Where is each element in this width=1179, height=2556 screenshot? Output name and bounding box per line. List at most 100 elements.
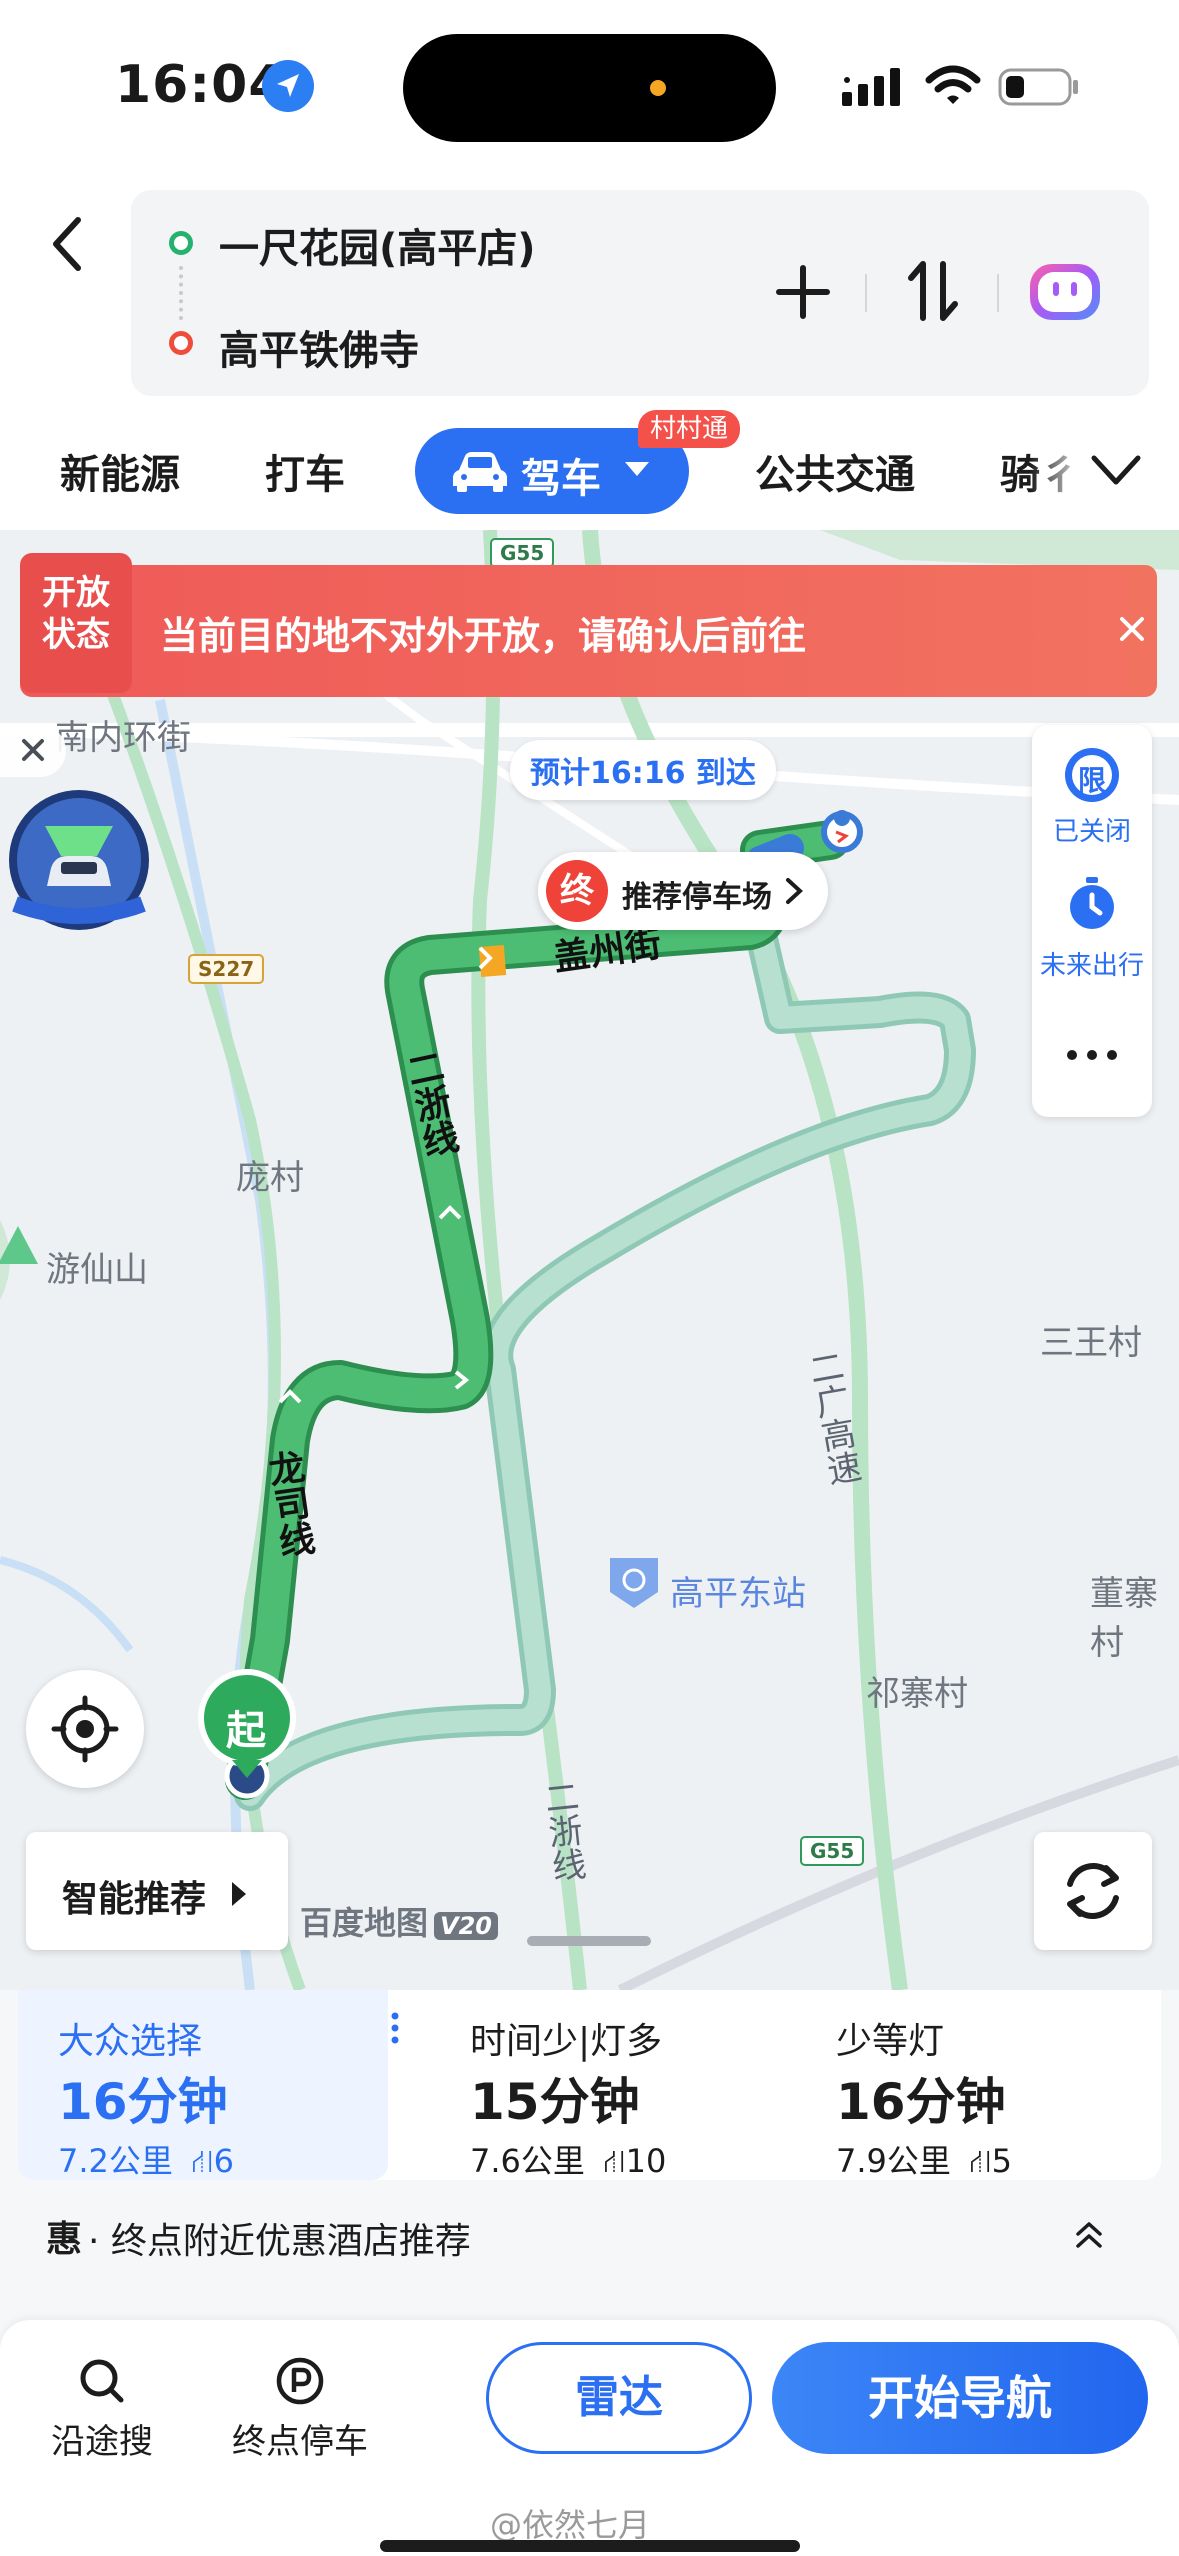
route-sheet: 大众选择 16分钟 7.2公里 ⛙6 时间少|灯多 15分钟 7.6公里 ⛙10… — [0, 1990, 1179, 2556]
travel-mode-tabs: 新能源 打车 驾车 村村通 公共交通 骑彳 — [0, 410, 1179, 530]
start-navigation-button[interactable]: 开始导航 — [772, 2342, 1148, 2454]
smart-recommend-label: 智能推荐 — [62, 1879, 207, 1920]
home-indicator — [380, 2540, 800, 2552]
cellular-signal-icon — [842, 68, 900, 106]
back-button[interactable] — [44, 212, 94, 276]
close-icon[interactable] — [1112, 609, 1152, 649]
end-parking-button[interactable]: 终点停车 — [230, 2356, 370, 2463]
route-option-time: 16分钟 — [836, 2073, 1006, 2131]
route-connector — [179, 266, 183, 320]
add-waypoint-button[interactable] — [771, 260, 835, 324]
car-icon — [453, 452, 507, 492]
search-along-label: 沿途搜 — [51, 2422, 153, 2462]
parking-icon — [276, 2357, 324, 2405]
recommended-parking-chip[interactable]: 终 推荐停车场 — [538, 852, 828, 930]
locate-me-button[interactable] — [26, 1670, 144, 1788]
kebab-menu-icon[interactable] — [390, 2010, 400, 2046]
locate-icon — [51, 1695, 119, 1763]
road-label: 二浙线 — [536, 1778, 588, 1884]
place-label: 董寨村 — [1090, 1574, 1158, 1663]
ai-assistant-icon[interactable] — [1026, 260, 1104, 324]
tab-driving-label: 驾车 — [521, 456, 601, 502]
highway-shield: G55 — [800, 1836, 865, 1866]
eta-chip: 预计16:16 到达 — [510, 740, 776, 800]
status-bar: 16:04 — [0, 0, 1179, 170]
swap-route-button[interactable] — [901, 258, 965, 324]
start-marker[interactable]: 起 — [226, 1698, 266, 1756]
origin-field[interactable]: 一尺花园(高平店) — [219, 216, 536, 274]
origin-dot-icon — [169, 231, 193, 255]
battery-icon — [998, 68, 1078, 106]
more-options-icon[interactable] — [1064, 1045, 1120, 1065]
sheet-handle[interactable] — [527, 1936, 651, 1946]
route-options: 大众选择 16分钟 7.2公里 ⛙6 时间少|灯多 15分钟 7.6公里 ⛙10… — [18, 1990, 1161, 2180]
traffic-light-icon: ⛙ — [969, 2142, 992, 2180]
traffic-light-icon: ⛙ — [603, 2142, 626, 2180]
place-label: 庞村 — [236, 1158, 304, 1198]
village-badge: 村村通 — [638, 410, 741, 448]
end-marker: 终 — [546, 860, 608, 922]
traffic-light-icon: ⛙ — [191, 2142, 214, 2180]
restriction-label: 已关闭 — [1052, 817, 1131, 847]
parking-label: 推荐停车场 — [622, 880, 772, 915]
ar-car-avatar-icon[interactable] — [5, 786, 153, 934]
route-option-meta: 7.9公里 ⛙5 — [836, 2136, 1012, 2184]
refresh-icon — [1067, 1863, 1119, 1919]
destination-closed-alert: 开放 状态 当前目的地不对外开放，请确认后前往 — [20, 553, 1157, 697]
highway-shield: S227 — [188, 954, 265, 984]
highway-shield: G55 — [490, 538, 555, 568]
location-arrow-icon — [262, 60, 314, 112]
place-label: 游仙山 — [46, 1250, 148, 1290]
chevron-down-icon — [625, 462, 649, 476]
play-triangle-icon — [232, 1882, 246, 1906]
status-tag: 开放 状态 — [20, 553, 132, 693]
action-bar: 沿途搜 终点停车 雷达 开始导航 @依然七月 — [0, 2320, 1179, 2556]
wifi-icon — [925, 65, 981, 104]
route-option-card[interactable]: 时间少|灯多 15分钟 7.6公里 ⛙10 — [430, 1990, 800, 2180]
station-label: 高平东站 — [670, 1574, 806, 1614]
route-option-label: 时间少|灯多 — [470, 2021, 663, 2062]
restriction-icon-text: 限 — [1077, 764, 1106, 797]
end-parking-label: 终点停车 — [232, 2422, 368, 2462]
route-option-card[interactable]: 少等灯 16分钟 7.9公里 ⛙5 — [796, 1990, 1166, 2180]
route-option-meta: 7.2公里 ⛙6 — [58, 2136, 234, 2184]
stopwatch-icon — [1070, 877, 1114, 929]
route-input-box: 一尺花园(高平店) 高平铁佛寺 — [131, 190, 1149, 396]
route-distance: 7.6公里 — [470, 2142, 585, 2180]
tabs-fade — [1030, 410, 1090, 530]
place-label: 三王村 — [1040, 1323, 1142, 1363]
search-icon — [80, 2359, 124, 2403]
tab-taxi[interactable]: 打车 — [265, 442, 345, 500]
route-option-time: 15分钟 — [470, 2073, 640, 2131]
map-logo: 百度地图 V20 — [300, 1898, 498, 1944]
refresh-route-button[interactable] — [1034, 1832, 1152, 1950]
close-icon — [22, 739, 44, 761]
discount-icon: 惠 — [46, 2219, 83, 2260]
map-version: V20 — [434, 1912, 498, 1940]
smart-recommend-button[interactable]: 智能推荐 — [26, 1832, 288, 1950]
alert-message: 当前目的地不对外开放，请确认后前往 — [160, 614, 807, 658]
status-time: 16:04 — [115, 55, 286, 115]
place-label: 祁寨村 — [866, 1674, 968, 1714]
destination-dot-icon — [169, 331, 193, 355]
route-distance: 7.2公里 — [58, 2142, 173, 2180]
traffic-light-count: 6 — [213, 2142, 234, 2180]
place-label: 南内环街 — [55, 718, 191, 758]
chevron-double-up-icon[interactable] — [1072, 2220, 1106, 2250]
chevron-right-icon — [786, 878, 803, 904]
ar-widget-close-button[interactable] — [0, 725, 66, 777]
status-tag-line1: 开放 — [42, 573, 110, 613]
map-side-panel: 限 已关闭 未来出行 — [1032, 725, 1152, 1117]
destination-field[interactable]: 高平铁佛寺 — [219, 318, 419, 376]
route-option-card[interactable]: 大众选择 16分钟 7.2公里 ⛙6 — [18, 1990, 399, 2180]
dynamic-island — [403, 34, 776, 142]
hotel-recommendation-text: · 终点附近优惠酒店推荐 — [88, 2221, 471, 2262]
radar-button[interactable]: 雷达 — [486, 2342, 752, 2454]
search-along-button[interactable]: 沿途搜 — [32, 2356, 172, 2463]
chevron-down-icon[interactable] — [1090, 452, 1142, 488]
status-tag-line2: 状态 — [42, 615, 110, 655]
route-distance: 7.9公里 — [836, 2142, 951, 2180]
tab-public-transit[interactable]: 公共交通 — [755, 442, 915, 500]
tab-new-energy[interactable]: 新能源 — [60, 442, 180, 500]
route-option-meta: 7.6公里 ⛙10 — [470, 2136, 666, 2184]
